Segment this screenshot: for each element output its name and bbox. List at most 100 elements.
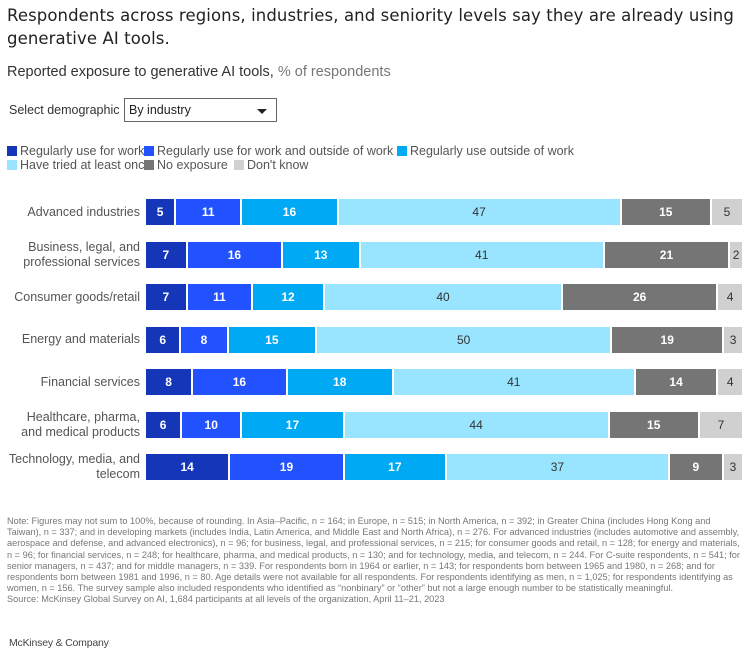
data-label: 6 bbox=[159, 332, 167, 347]
data-label: 8 bbox=[200, 332, 208, 347]
category-label: Financial services bbox=[41, 375, 140, 390]
category-label-line: Financial services bbox=[40, 374, 140, 389]
bar-segment: 14 bbox=[635, 369, 719, 395]
bar-segment: 21 bbox=[604, 241, 731, 268]
bar-segment: 15 bbox=[228, 326, 318, 353]
data-label: 19 bbox=[279, 460, 294, 474]
bar-segment: 6 bbox=[146, 326, 182, 353]
bar-segment: 12 bbox=[253, 284, 325, 310]
bar-segment: 16 bbox=[242, 199, 339, 225]
bar-segment: 10 bbox=[182, 411, 243, 438]
brand-logo: McKinsey & Company bbox=[9, 637, 109, 649]
bar-segment: 26 bbox=[563, 284, 719, 310]
data-label: 7 bbox=[162, 290, 170, 304]
data-label: 16 bbox=[232, 375, 247, 389]
data-label: 8 bbox=[165, 375, 172, 389]
category-label-line: Healthcare, pharma, bbox=[26, 409, 140, 424]
data-label: 16 bbox=[282, 205, 297, 219]
bar-segment: 19 bbox=[230, 454, 345, 480]
data-label: 50 bbox=[456, 332, 471, 347]
bar-segment: 18 bbox=[287, 369, 394, 395]
category-label-line: Energy and materials bbox=[21, 332, 140, 346]
data-label: 9 bbox=[692, 460, 700, 474]
bar-segment: 19 bbox=[612, 326, 725, 353]
bar-segment: 15 bbox=[621, 199, 712, 225]
data-label: 7 bbox=[717, 417, 725, 432]
bar-segment: 7 bbox=[146, 241, 188, 268]
bar-segment: 3 bbox=[723, 454, 742, 480]
bar-segment: 44 bbox=[344, 411, 610, 438]
data-label: 15 bbox=[659, 205, 673, 219]
data-label: 19 bbox=[660, 332, 674, 347]
bar-segment: 3 bbox=[724, 326, 742, 353]
category-label: Technology, media, and telecom bbox=[9, 452, 140, 482]
data-label: 3 bbox=[729, 332, 737, 347]
data-label: 11 bbox=[213, 290, 226, 304]
data-label: 44 bbox=[469, 417, 483, 432]
category-label-line: Business, legal, and bbox=[28, 239, 140, 254]
bar-segment: 9 bbox=[669, 454, 724, 480]
category-label-line: Advanced industries bbox=[27, 204, 140, 219]
bar-segment: 16 bbox=[187, 241, 284, 268]
bar-segment: 11 bbox=[176, 199, 243, 225]
data-label: 2 bbox=[732, 247, 740, 262]
bar-segment: 4 bbox=[718, 284, 742, 310]
bar-segment: 15 bbox=[609, 411, 700, 438]
bar-segment: 5 bbox=[146, 199, 177, 225]
bar-segment: 37 bbox=[447, 454, 670, 480]
data-label: 26 bbox=[632, 290, 647, 304]
bar-segment: 17 bbox=[242, 411, 345, 438]
data-label: 17 bbox=[388, 460, 402, 474]
data-label: 21 bbox=[659, 247, 674, 262]
bar-segment: 40 bbox=[324, 284, 564, 310]
data-label: 14 bbox=[669, 375, 683, 389]
data-label: 15 bbox=[647, 417, 661, 432]
category-label: Energy and materials bbox=[22, 332, 140, 347]
data-label: 4 bbox=[726, 375, 734, 389]
data-label: 37 bbox=[550, 460, 565, 474]
category-label: Advanced industries bbox=[27, 205, 140, 220]
data-label: 16 bbox=[227, 247, 242, 262]
data-label: 40 bbox=[436, 290, 450, 304]
bar-segment: 7 bbox=[146, 284, 188, 310]
data-label: 18 bbox=[333, 375, 347, 389]
data-label: 15 bbox=[265, 332, 279, 347]
data-label: 47 bbox=[472, 205, 486, 219]
bar-segment: 8 bbox=[181, 326, 229, 353]
bar-segment: 7 bbox=[699, 411, 742, 438]
category-label-line: and medical products bbox=[21, 424, 140, 439]
bar-segment: 5 bbox=[711, 199, 742, 225]
data-label: 14 bbox=[180, 460, 194, 474]
data-label: 5 bbox=[156, 205, 164, 219]
data-label: 4 bbox=[726, 290, 734, 304]
data-label: 5 bbox=[723, 205, 731, 219]
data-label: 41 bbox=[507, 375, 521, 389]
bar-segment: 47 bbox=[338, 199, 622, 225]
category-label: Business, legal, and professional service… bbox=[23, 240, 140, 270]
category-label: Consumer goods/retail bbox=[14, 290, 140, 305]
data-label: 3 bbox=[729, 460, 737, 474]
footnote: Note: Figures may not sum to 100%, becau… bbox=[7, 516, 747, 606]
category-label-line: Consumer goods/retail bbox=[14, 289, 140, 304]
bar-segment: 11 bbox=[187, 284, 254, 310]
stacked-bar-chart: Advanced industries 5 11 16 47 15 5 Business, l… bbox=[0, 0, 750, 500]
data-label: 6 bbox=[159, 417, 167, 432]
bar-segment: 13 bbox=[283, 241, 361, 268]
category-label-line: Technology, media, and bbox=[8, 452, 140, 466]
data-label: 41 bbox=[475, 247, 489, 262]
data-label: 13 bbox=[314, 247, 328, 262]
bar-segment: 16 bbox=[193, 369, 288, 395]
bar-segment: 6 bbox=[146, 411, 183, 438]
footnote-note: Note: Figures may not sum to 100%, becau… bbox=[7, 516, 740, 594]
bar-segment: 50 bbox=[317, 326, 613, 353]
bar-segment: 17 bbox=[344, 454, 447, 480]
category-label: Healthcare, pharma, and medical products bbox=[21, 410, 140, 440]
bar-segment: 41 bbox=[393, 369, 636, 395]
category-label-line: professional services bbox=[23, 254, 140, 269]
footnote-source: Source: McKinsey Global Survey on AI, 1,… bbox=[7, 594, 445, 605]
data-label: 11 bbox=[201, 205, 215, 219]
data-label: 12 bbox=[281, 290, 295, 304]
bar-segment: 14 bbox=[146, 454, 231, 480]
data-label: 17 bbox=[285, 417, 300, 432]
data-label: 7 bbox=[162, 247, 170, 262]
